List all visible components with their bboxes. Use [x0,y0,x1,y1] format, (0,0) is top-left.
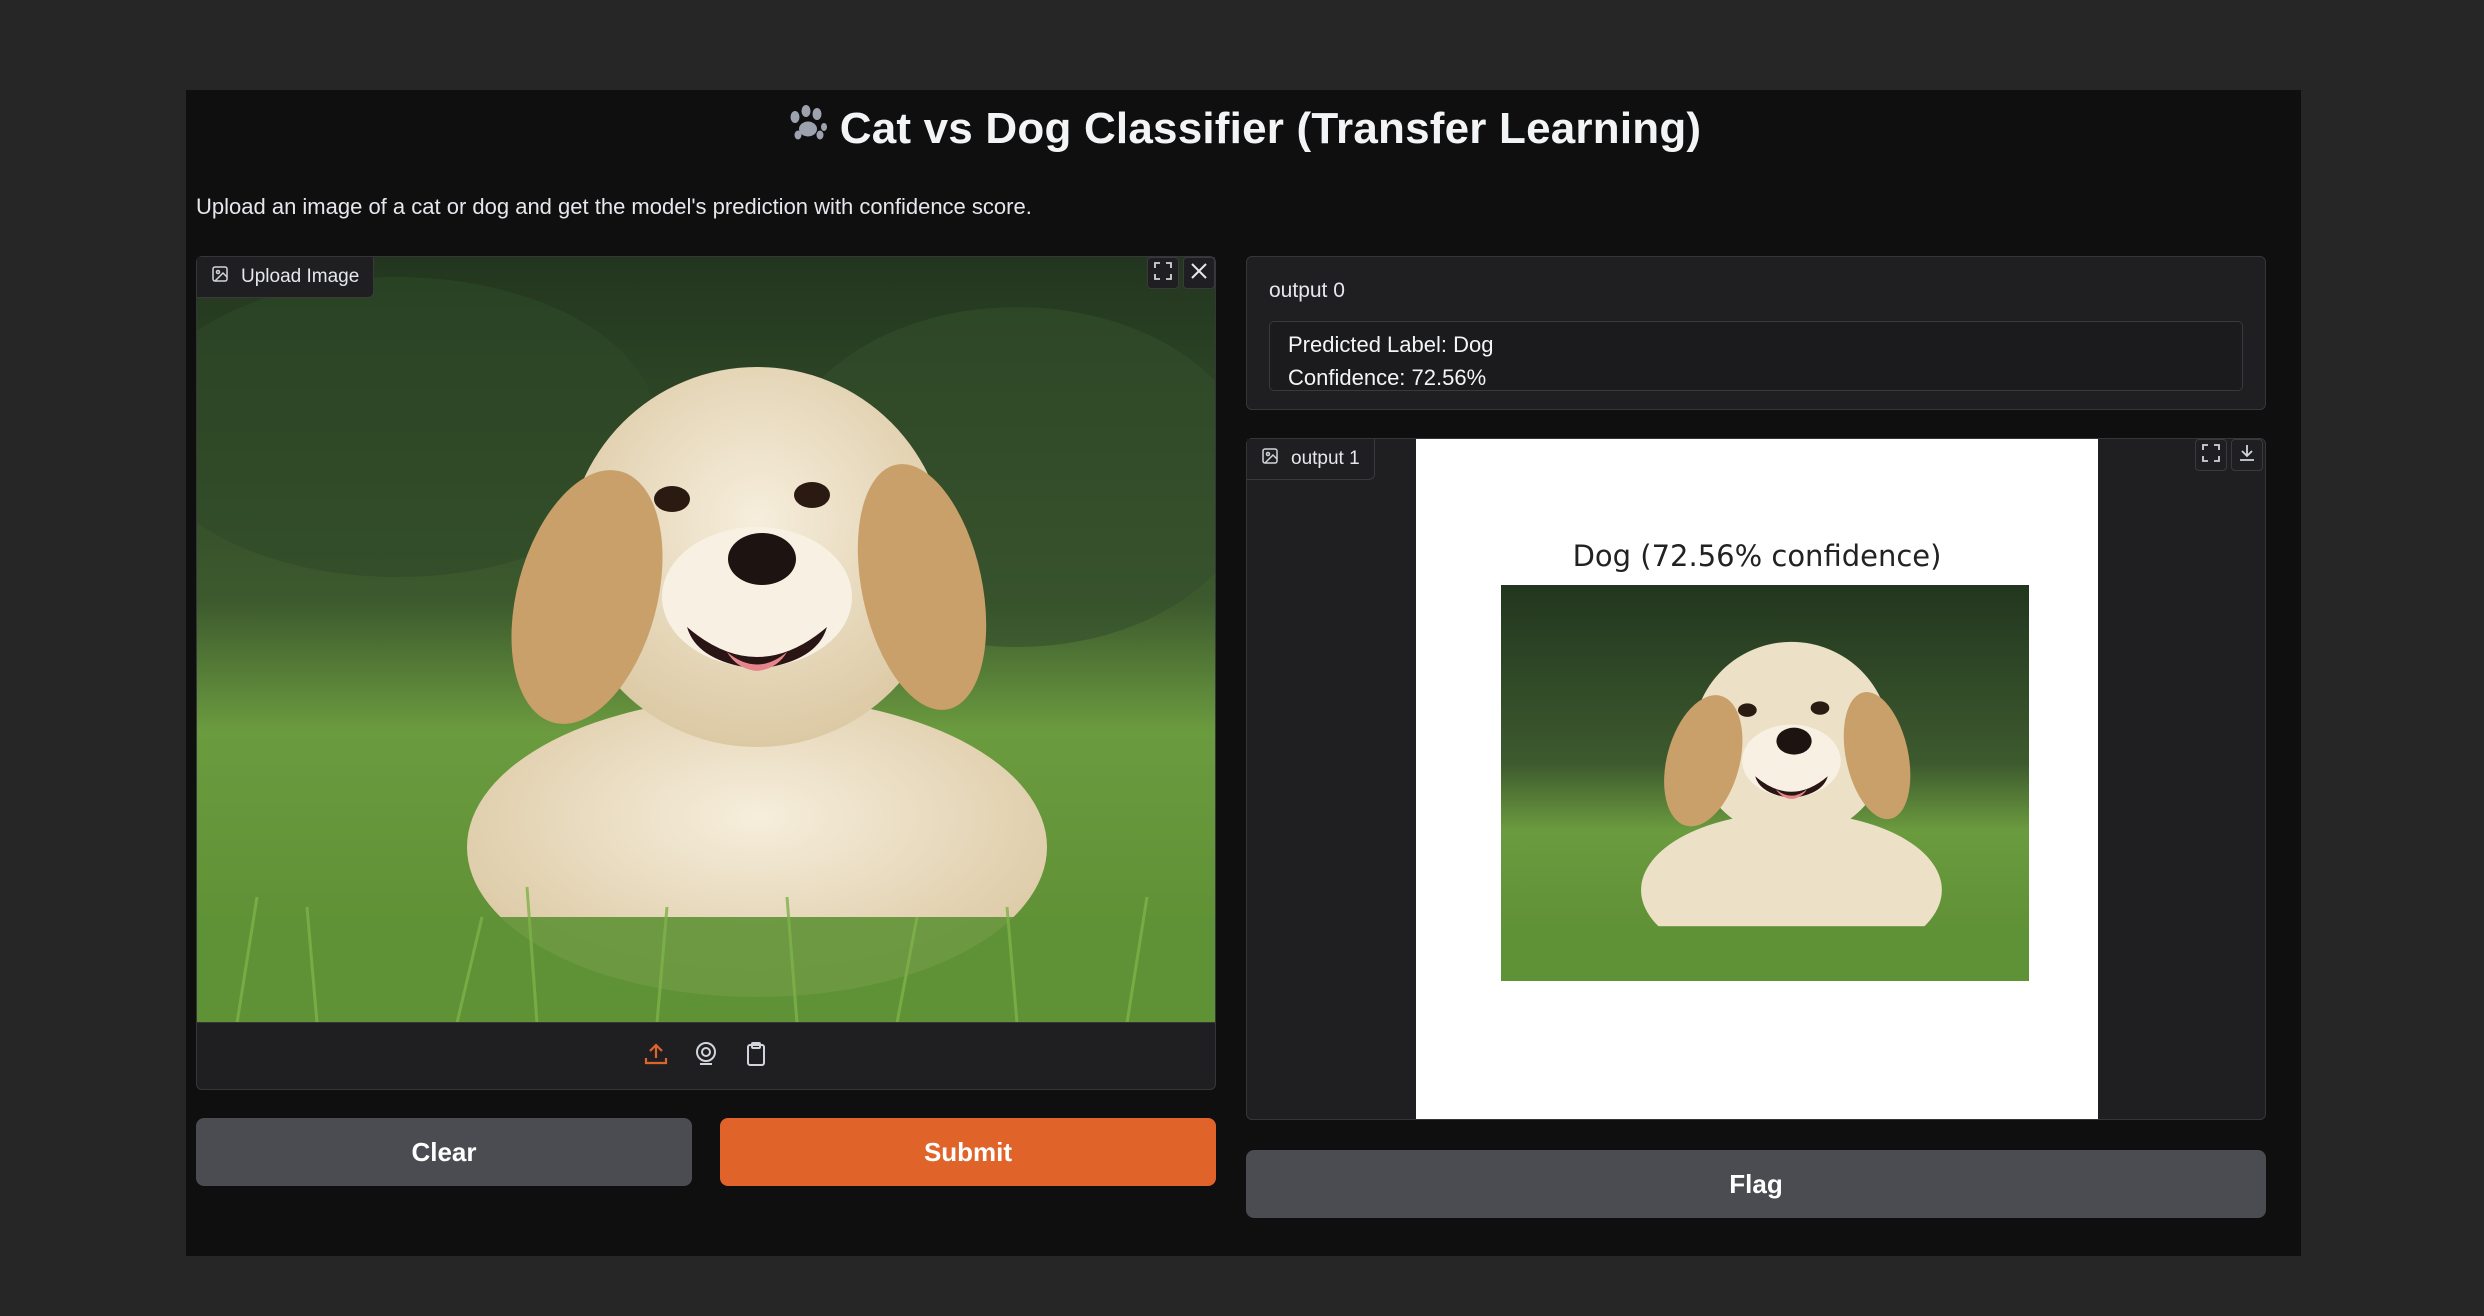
fullscreen-icon [1153,261,1173,286]
clear-button[interactable]: Clear [196,1118,692,1186]
paw-icon [786,105,830,156]
fullscreen-icon [2201,443,2221,468]
image-icon [211,265,229,289]
clipboard-icon[interactable] [742,1040,770,1073]
image-source-toolbar [197,1022,1215,1089]
download-button[interactable] [2231,439,2263,471]
close-icon [1189,261,1209,286]
flag-button[interactable]: Flag [1246,1150,2266,1218]
uploaded-dog-photo [197,257,1215,1023]
confidence-text: Confidence: 72.56% [1288,365,1487,390]
input-image-panel[interactable]: Upload Image [196,256,1216,1090]
page-title: Cat vs Dog Classifier (Transfer Learning… [186,104,2301,156]
upload-icon[interactable] [642,1040,670,1073]
output-0-label: output 0 [1269,279,1345,302]
submit-button[interactable]: Submit [720,1118,1216,1186]
page-title-text: Cat vs Dog Classifier (Transfer Learning… [839,104,1702,153]
predicted-label-text: Predicted Label: Dog [1288,332,1494,357]
plot-title: Dog (72.56% confidence) [1572,539,1942,573]
plot-dog-thumbnail [1501,585,2029,981]
download-icon [2237,443,2257,468]
input-image-label-text: Upload Image [241,266,360,287]
input-image-label: Upload Image [197,257,375,298]
remove-image-button[interactable] [1183,257,1215,289]
output-fullscreen-button[interactable] [2195,439,2227,471]
webcam-icon[interactable] [692,1040,720,1073]
image-icon [1261,447,1279,471]
output-0-panel: output 0 Predicted Label: Dog Confidence… [1246,256,2266,410]
page-description: Upload an image of a cat or dog and get … [196,194,1032,219]
output-1-label-text: output 1 [1291,448,1360,469]
prediction-plot-image: Dog (72.56% confidence) [1416,439,2098,1119]
fullscreen-button[interactable] [1147,257,1179,289]
output-1-panel: output 1 Dog (72.56% confidence) [1246,438,2266,1120]
output-1-label: output 1 [1247,439,1375,480]
output-0-textbox[interactable]: Predicted Label: Dog Confidence: 72.56% [1269,321,2243,391]
app-container: Cat vs Dog Classifier (Transfer Learning… [186,90,2301,1256]
